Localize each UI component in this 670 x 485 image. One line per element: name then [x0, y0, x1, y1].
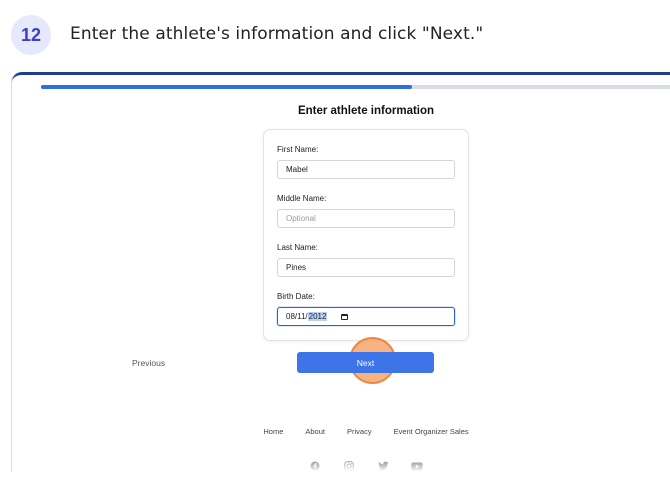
- first-name-input[interactable]: Mabel: [277, 160, 455, 179]
- progress-bar-fill: [41, 85, 413, 89]
- form-title: Enter athlete information: [297, 105, 435, 117]
- step-header: 12 Enter the athlete's information and c…: [0, 0, 670, 70]
- step-instruction: Enter the athlete's information and clic…: [70, 24, 484, 44]
- footer-link-privacy[interactable]: Privacy: [347, 427, 372, 436]
- middle-name-input[interactable]: Optional: [277, 209, 455, 228]
- calendar-icon[interactable]: [341, 313, 349, 320]
- birth-date-month-day: 08/11/: [286, 312, 308, 321]
- footer-link-about[interactable]: About: [305, 427, 325, 436]
- next-button[interactable]: Next: [297, 352, 434, 373]
- birth-date-label: Birth Date:: [277, 292, 315, 301]
- birth-date-input[interactable]: 08/11/2012: [277, 307, 455, 326]
- footer-link-event-organizer-sales[interactable]: Event Organizer Sales: [394, 427, 469, 436]
- last-name-label: Last Name:: [277, 243, 318, 252]
- screenshot-frame: Enter athlete information First Name: Ma…: [12, 72, 670, 472]
- step-number-badge: 12: [11, 15, 51, 55]
- progress-bar: [41, 85, 670, 89]
- next-button-label: Next: [356, 357, 375, 368]
- athlete-form-card: First Name: Mabel Middle Name: Optional …: [263, 129, 469, 341]
- bottom-fade: [12, 454, 670, 472]
- last-name-input[interactable]: Pines: [277, 258, 455, 277]
- first-name-label: First Name:: [277, 145, 319, 154]
- birth-date-year-selected: 2012: [307, 312, 328, 321]
- previous-button[interactable]: Previous: [132, 358, 165, 368]
- footer-link-home[interactable]: Home: [263, 427, 283, 436]
- footer-links: Home About Privacy Event Organizer Sales: [12, 427, 670, 436]
- middle-name-label: Middle Name:: [277, 194, 327, 203]
